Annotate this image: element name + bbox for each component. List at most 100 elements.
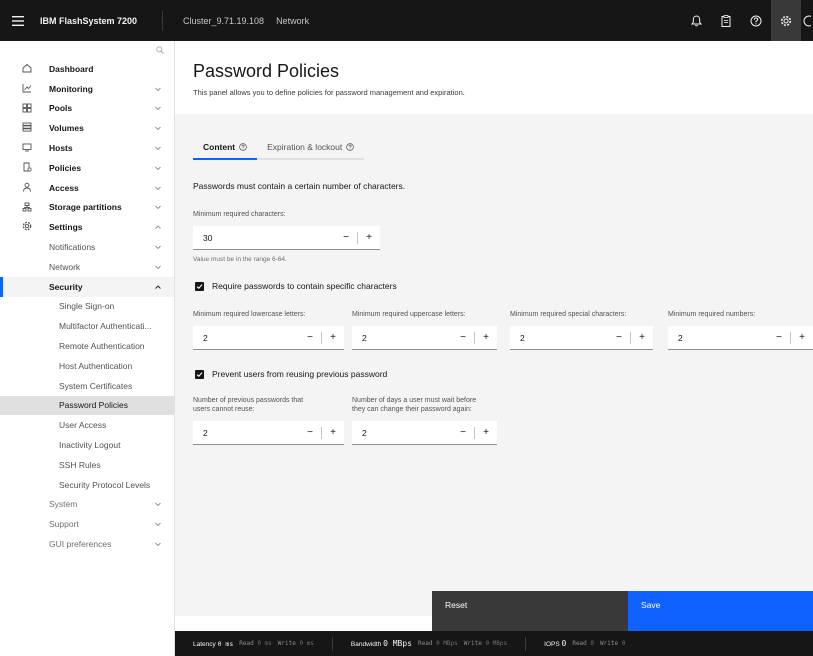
sidebar-item-access[interactable]: Access (0, 178, 174, 198)
sidebar-item-notifications[interactable]: Notifications (0, 237, 174, 257)
numbers-label: Minimum required numbers: (668, 311, 756, 318)
sidebar-item-host-authentication[interactable]: Host Authentication (0, 356, 174, 376)
sidebar-item-security[interactable]: Security (0, 276, 174, 297)
sidebar-item-pools[interactable]: Pools (0, 99, 174, 119)
sidebar-item-remote-authentication[interactable]: Remote Authentication (0, 336, 174, 356)
decrement-button[interactable]: − (768, 326, 790, 350)
chevron-down-icon (154, 520, 162, 528)
chevron-down-icon (154, 243, 162, 251)
increment-button[interactable]: + (475, 421, 497, 445)
decrement-button[interactable]: − (299, 326, 321, 350)
decrement-button[interactable]: − (452, 326, 474, 350)
checkbox-checked-icon[interactable] (195, 281, 204, 291)
decrement-button[interactable]: − (452, 421, 474, 445)
monitoring-icon (22, 83, 32, 93)
product-name[interactable]: IBM FlashSystem 7200 (36, 10, 163, 31)
increment-button[interactable]: + (475, 326, 497, 350)
increment-button[interactable]: + (322, 421, 344, 445)
sidebar-item-label: Support (49, 519, 79, 530)
sidebar-item-inactivity-logout[interactable]: Inactivity Logout (0, 435, 174, 455)
decrement-button[interactable]: − (608, 326, 630, 350)
sidebar-item-single-sign-on[interactable]: Single Sign-on (0, 297, 174, 317)
chevron-down-icon (154, 85, 162, 93)
storage-partitions-icon (22, 202, 32, 212)
sidebar-item-label: Network (49, 261, 81, 272)
sidebar-item-label: Dashboard (49, 63, 94, 74)
sidebar-item-system[interactable]: System (0, 495, 174, 515)
min-chars-stepper[interactable]: 30 − + (193, 226, 380, 250)
save-button[interactable]: Save (628, 591, 813, 631)
sidebar-item-network[interactable]: Network (0, 257, 174, 277)
prev-count-value[interactable]: 2 (193, 428, 299, 438)
sidebar-item-settings[interactable]: Settings (0, 217, 174, 237)
write-value: 0 MBps (485, 640, 508, 647)
user-avatar-icon[interactable] (801, 0, 813, 41)
notifications-bell-icon[interactable] (681, 0, 711, 41)
sidebar-item-support[interactable]: Support (0, 514, 174, 534)
tab-content[interactable]: Content (193, 136, 258, 160)
sidebar-item-label: GUI preferences (49, 539, 112, 550)
top-bar: IBM FlashSystem 7200 Cluster_9.71.19.108… (0, 0, 813, 41)
tab-expiration-lockout[interactable]: Expiration & lockout (257, 136, 365, 160)
uppercase-stepper[interactable]: 2 − + (352, 326, 497, 350)
sidebar-item-password-policies[interactable]: Password Policies (0, 395, 174, 416)
increment-button[interactable]: + (358, 226, 380, 250)
increment-button[interactable]: + (322, 326, 344, 350)
sidebar-item-dashboard[interactable]: Dashboard (0, 59, 174, 79)
increment-button[interactable]: + (631, 326, 653, 350)
decrement-button[interactable]: − (299, 421, 321, 445)
sidebar-item-ssh-rules[interactable]: SSH Rules (0, 455, 174, 475)
sidebar-item-security-protocol-levels[interactable]: Security Protocol Levels (0, 475, 174, 495)
sidebar-item-user-access[interactable]: User Access (0, 415, 174, 435)
sidebar-item-gui-preferences[interactable]: GUI preferences (0, 534, 174, 554)
sidebar-item-label: System (49, 499, 78, 510)
sidebar-item-label: SSH Rules (59, 459, 101, 470)
chevron-down-icon (154, 203, 162, 211)
checkbox-checked-icon[interactable] (195, 369, 204, 379)
read-value: 0 (590, 640, 595, 647)
stat-name: Bandwidth 0 MBps (351, 639, 412, 648)
decrement-button[interactable]: − (335, 226, 357, 250)
sidebar-item-system-certificates[interactable]: System Certificates (0, 376, 174, 396)
hamburger-menu-icon[interactable] (0, 0, 36, 41)
latency-stat: Latency 0 ms Read 0 ms Write 0 ms (175, 636, 333, 651)
help-icon[interactable] (741, 0, 771, 41)
tasks-clipboard-icon[interactable] (711, 0, 741, 41)
lowercase-value[interactable]: 2 (193, 333, 299, 343)
help-icon[interactable] (239, 143, 247, 151)
sidebar-item-multifactor-authentication[interactable]: Multifactor Authenticati... (0, 316, 174, 336)
require-specific-checkbox-row[interactable]: Require passwords to contain specific ch… (195, 281, 397, 291)
volumes-icon (22, 122, 32, 132)
lowercase-stepper[interactable]: 2 − + (193, 326, 344, 350)
numbers-value[interactable]: 2 (668, 333, 768, 343)
sidebar-item-label: Multifactor Authenticati... (59, 321, 152, 332)
sidebar-item-hosts[interactable]: Hosts (0, 138, 174, 158)
sidebar-item-policies[interactable]: Policies (0, 158, 174, 178)
sidebar-item-label: Host Authentication (59, 360, 133, 371)
special-stepper[interactable]: 2 − + (510, 326, 653, 350)
sidebar-item-label: Security Protocol Levels (59, 479, 151, 490)
increment-button[interactable]: + (791, 326, 813, 350)
min-chars-value[interactable]: 30 (193, 233, 335, 243)
prev-count-stepper[interactable]: 2 − + (193, 421, 344, 445)
wait-days-stepper[interactable]: 2 − + (352, 421, 497, 445)
numbers-stepper[interactable]: 2 − + (668, 326, 813, 350)
section-heading: Passwords must contain a certain number … (193, 181, 406, 191)
sidebar-item-monitoring[interactable]: Monitoring (0, 79, 174, 99)
iops-read: Read 0 (572, 640, 594, 647)
prevent-reuse-checkbox-row[interactable]: Prevent users from reusing previous pass… (195, 369, 387, 379)
breadcrumb-section: Network (276, 15, 310, 26)
sidebar-search-icon[interactable] (0, 41, 174, 59)
special-value[interactable]: 2 (510, 333, 608, 343)
prev-count-label: Number of previous passwords that users … (193, 396, 303, 414)
reset-button[interactable]: Reset (432, 591, 628, 631)
sidebar-item-storage-partitions[interactable]: Storage partitions (0, 198, 174, 218)
sidebar-item-volumes[interactable]: Volumes (0, 118, 174, 138)
write-value: 0 ms (299, 640, 314, 647)
wait-days-value[interactable]: 2 (352, 428, 452, 438)
form-actions: Reset Save (175, 591, 813, 631)
breadcrumb-cluster[interactable]: Cluster_9.71.19.108 (163, 16, 264, 26)
uppercase-value[interactable]: 2 (352, 333, 452, 343)
help-icon[interactable] (346, 143, 354, 151)
settings-gear-icon[interactable] (771, 0, 801, 41)
